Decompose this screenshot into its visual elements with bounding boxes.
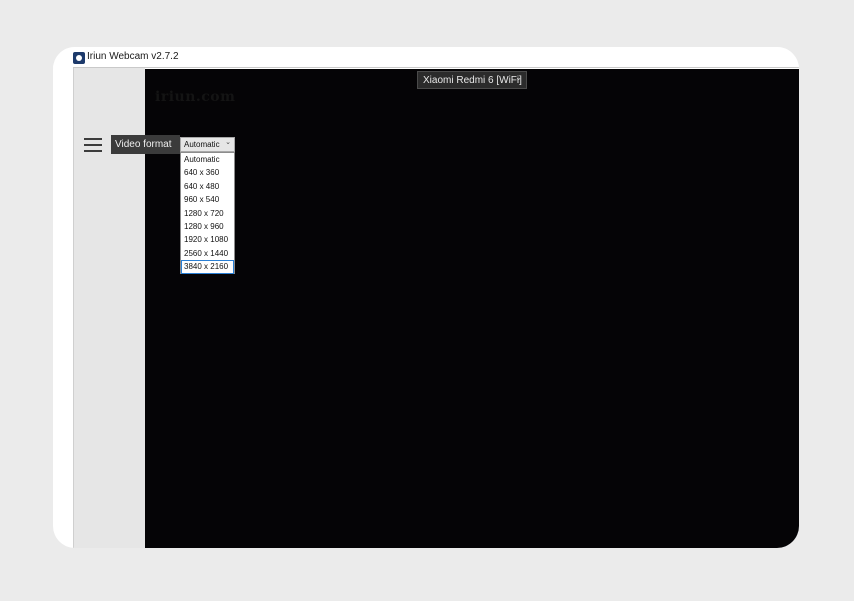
video-format-option[interactable]: 1280 x 720	[181, 207, 234, 220]
video-format-option[interactable]: 960 x 540	[181, 193, 234, 206]
video-format-option[interactable]: Automatic	[181, 153, 234, 166]
hamburger-menu-icon[interactable]	[84, 138, 102, 152]
video-format-select[interactable]: Automatic ⌄	[180, 137, 235, 152]
camera-preview: iriun.com Xiaomi Redmi 6 [WiFi] ⌄	[145, 69, 799, 548]
video-format-dropdown-list: Automatic 640 x 360 640 x 480 960 x 540 …	[180, 152, 235, 274]
title-divider	[73, 67, 799, 68]
video-format-option[interactable]: 640 x 360	[181, 166, 234, 179]
chevron-down-icon: ⌄	[225, 139, 231, 146]
title-bar: Iriun Webcam v2.7.2	[53, 47, 799, 68]
video-format-option-highlighted[interactable]: 3840 x 2160	[181, 260, 234, 274]
video-format-option[interactable]: 640 x 480	[181, 180, 234, 193]
chevron-down-icon: ⌄	[515, 73, 522, 82]
video-format-option[interactable]: 1920 x 1080	[181, 233, 234, 246]
video-format-select-value: Automatic	[184, 140, 220, 149]
video-format-label-box: Video format	[111, 135, 180, 154]
device-select[interactable]: Xiaomi Redmi 6 [WiFi] ⌄	[417, 71, 527, 89]
window-title: Iriun Webcam v2.7.2	[87, 51, 179, 62]
iriun-app-icon	[73, 52, 85, 64]
app-window: Iriun Webcam v2.7.2 iriun.com Xiaomi Red…	[53, 47, 799, 548]
watermark-logo: iriun.com	[155, 89, 236, 105]
device-select-value: Xiaomi Redmi 6 [WiFi]	[423, 75, 522, 86]
video-format-option[interactable]: 2560 x 1440	[181, 247, 234, 260]
video-format-option[interactable]: 1280 x 960	[181, 220, 234, 233]
video-format-label: Video format	[115, 139, 172, 150]
